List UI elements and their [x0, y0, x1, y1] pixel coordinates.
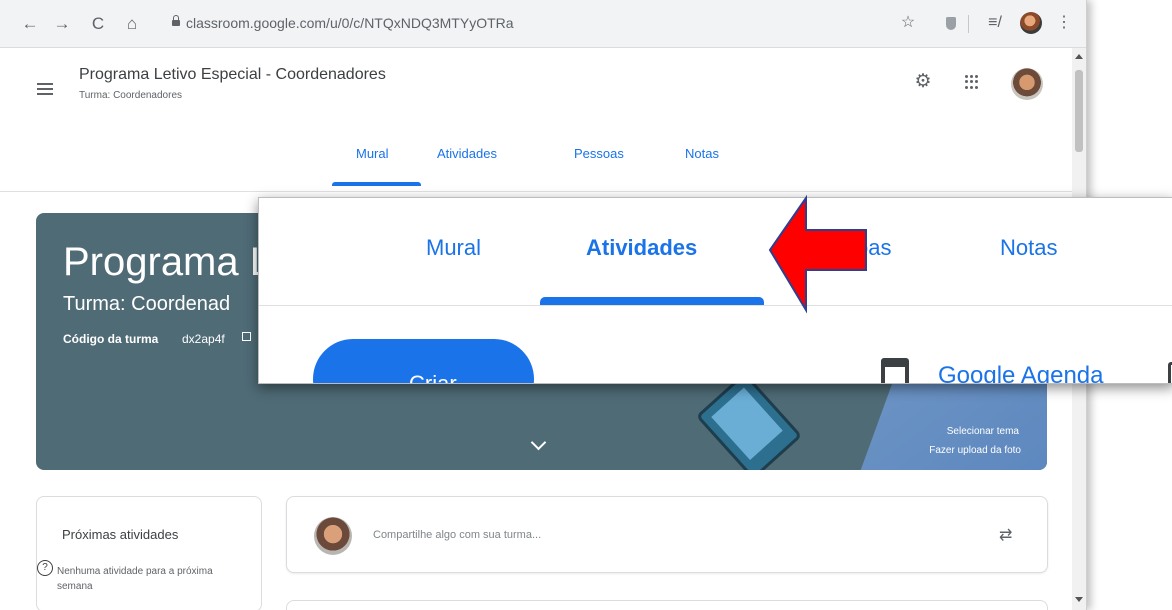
zoom-tab-notas[interactable]: Notas: [1000, 235, 1057, 261]
class-title[interactable]: Programa Letivo Especial - Coordenadores: [79, 66, 386, 84]
scroll-thumb[interactable]: [1075, 70, 1083, 152]
upload-photo-link[interactable]: Fazer upload da foto: [929, 445, 1021, 456]
zoom-tab-mural[interactable]: Mural: [426, 235, 481, 261]
fullscreen-icon[interactable]: [242, 332, 251, 341]
tab-mural[interactable]: Mural: [356, 146, 389, 161]
drive-folder-icon: [1168, 362, 1172, 383]
browser-profile-avatar[interactable]: [1020, 12, 1042, 34]
zoom-active-tab-indicator: [540, 297, 764, 305]
class-subtitle: Turma: Coordenadores: [79, 90, 183, 101]
active-tab-indicator: [332, 182, 421, 186]
back-icon[interactable]: ←: [20, 14, 40, 34]
hamburger-menu-icon[interactable]: [37, 83, 53, 95]
post-author-avatar: [314, 517, 352, 555]
help-icon: ?: [37, 560, 53, 576]
reload-icon[interactable]: C: [88, 14, 108, 34]
zoom-divider: [259, 305, 1172, 306]
browser-toolbar: ← → C ⌂ classroom.google.com/u/0/c/NTQxN…: [0, 0, 1086, 48]
scroll-up-arrow-icon[interactable]: [1075, 54, 1083, 59]
share-placeholder[interactable]: Compartilhe algo com sua turma...: [373, 529, 541, 541]
classroom-header: Programa Letivo Especial - Coordenadores…: [0, 48, 1072, 192]
tablet-illustration: [695, 371, 803, 470]
share-post-box[interactable]: Compartilhe algo com sua turma... ⇄: [286, 496, 1048, 573]
forward-icon[interactable]: →: [52, 14, 72, 34]
tab-atividades[interactable]: Atividades: [437, 146, 497, 161]
reading-list-icon[interactable]: ≡/: [984, 13, 1006, 33]
no-activity-text: Nenhuma atividade para a próxima semana: [57, 566, 213, 592]
create-button-label[interactable]: Criar: [409, 371, 457, 383]
banner-title: Programa L: [63, 240, 272, 284]
calendar-icon: [881, 358, 909, 383]
star-icon[interactable]: ☆: [898, 13, 918, 33]
tab-pessoas[interactable]: Pessoas: [574, 146, 624, 161]
zoom-tab-atividades[interactable]: Atividades: [586, 235, 697, 261]
repost-icon[interactable]: ⇄: [999, 525, 1012, 545]
toolbar-divider: [968, 15, 969, 33]
address-bar[interactable]: classroom.google.com/u/0/c/NTQxNDQ3MTYyO…: [160, 9, 878, 38]
settings-gear-icon[interactable]: ⚙: [913, 72, 933, 92]
upcoming-title: Próximas atividades: [62, 527, 179, 542]
browser-menu-icon[interactable]: ⋮: [1056, 13, 1072, 33]
chevron-down-icon[interactable]: [530, 434, 547, 451]
red-arrow-annotation: [768, 194, 867, 314]
user-avatar[interactable]: [1011, 68, 1043, 100]
upcoming-activities-card: Próximas atividades ? Nenhuma atividade …: [36, 496, 262, 610]
class-code-label: Código da turma: [63, 332, 159, 346]
stream-card: [286, 600, 1048, 610]
zoomed-tabs-callout: Mural Atividades ssoas Notas Criar Googl…: [258, 197, 1172, 384]
tab-notas[interactable]: Notas: [685, 146, 719, 161]
class-code-value: dx2ap4f: [182, 332, 225, 346]
lock-icon: [172, 15, 180, 26]
banner-subtitle: Turma: Coordenad: [63, 293, 231, 315]
home-icon[interactable]: ⌂: [122, 14, 142, 34]
extension-shield-icon[interactable]: [946, 17, 956, 30]
url-text[interactable]: classroom.google.com/u/0/c/NTQxNDQ3MTYyO…: [186, 15, 514, 31]
scroll-down-arrow-icon[interactable]: [1075, 597, 1083, 602]
select-theme-link[interactable]: Selecionar tema: [947, 426, 1019, 437]
google-apps-icon[interactable]: [965, 75, 979, 89]
google-agenda-link[interactable]: Google Agenda: [938, 362, 1103, 383]
